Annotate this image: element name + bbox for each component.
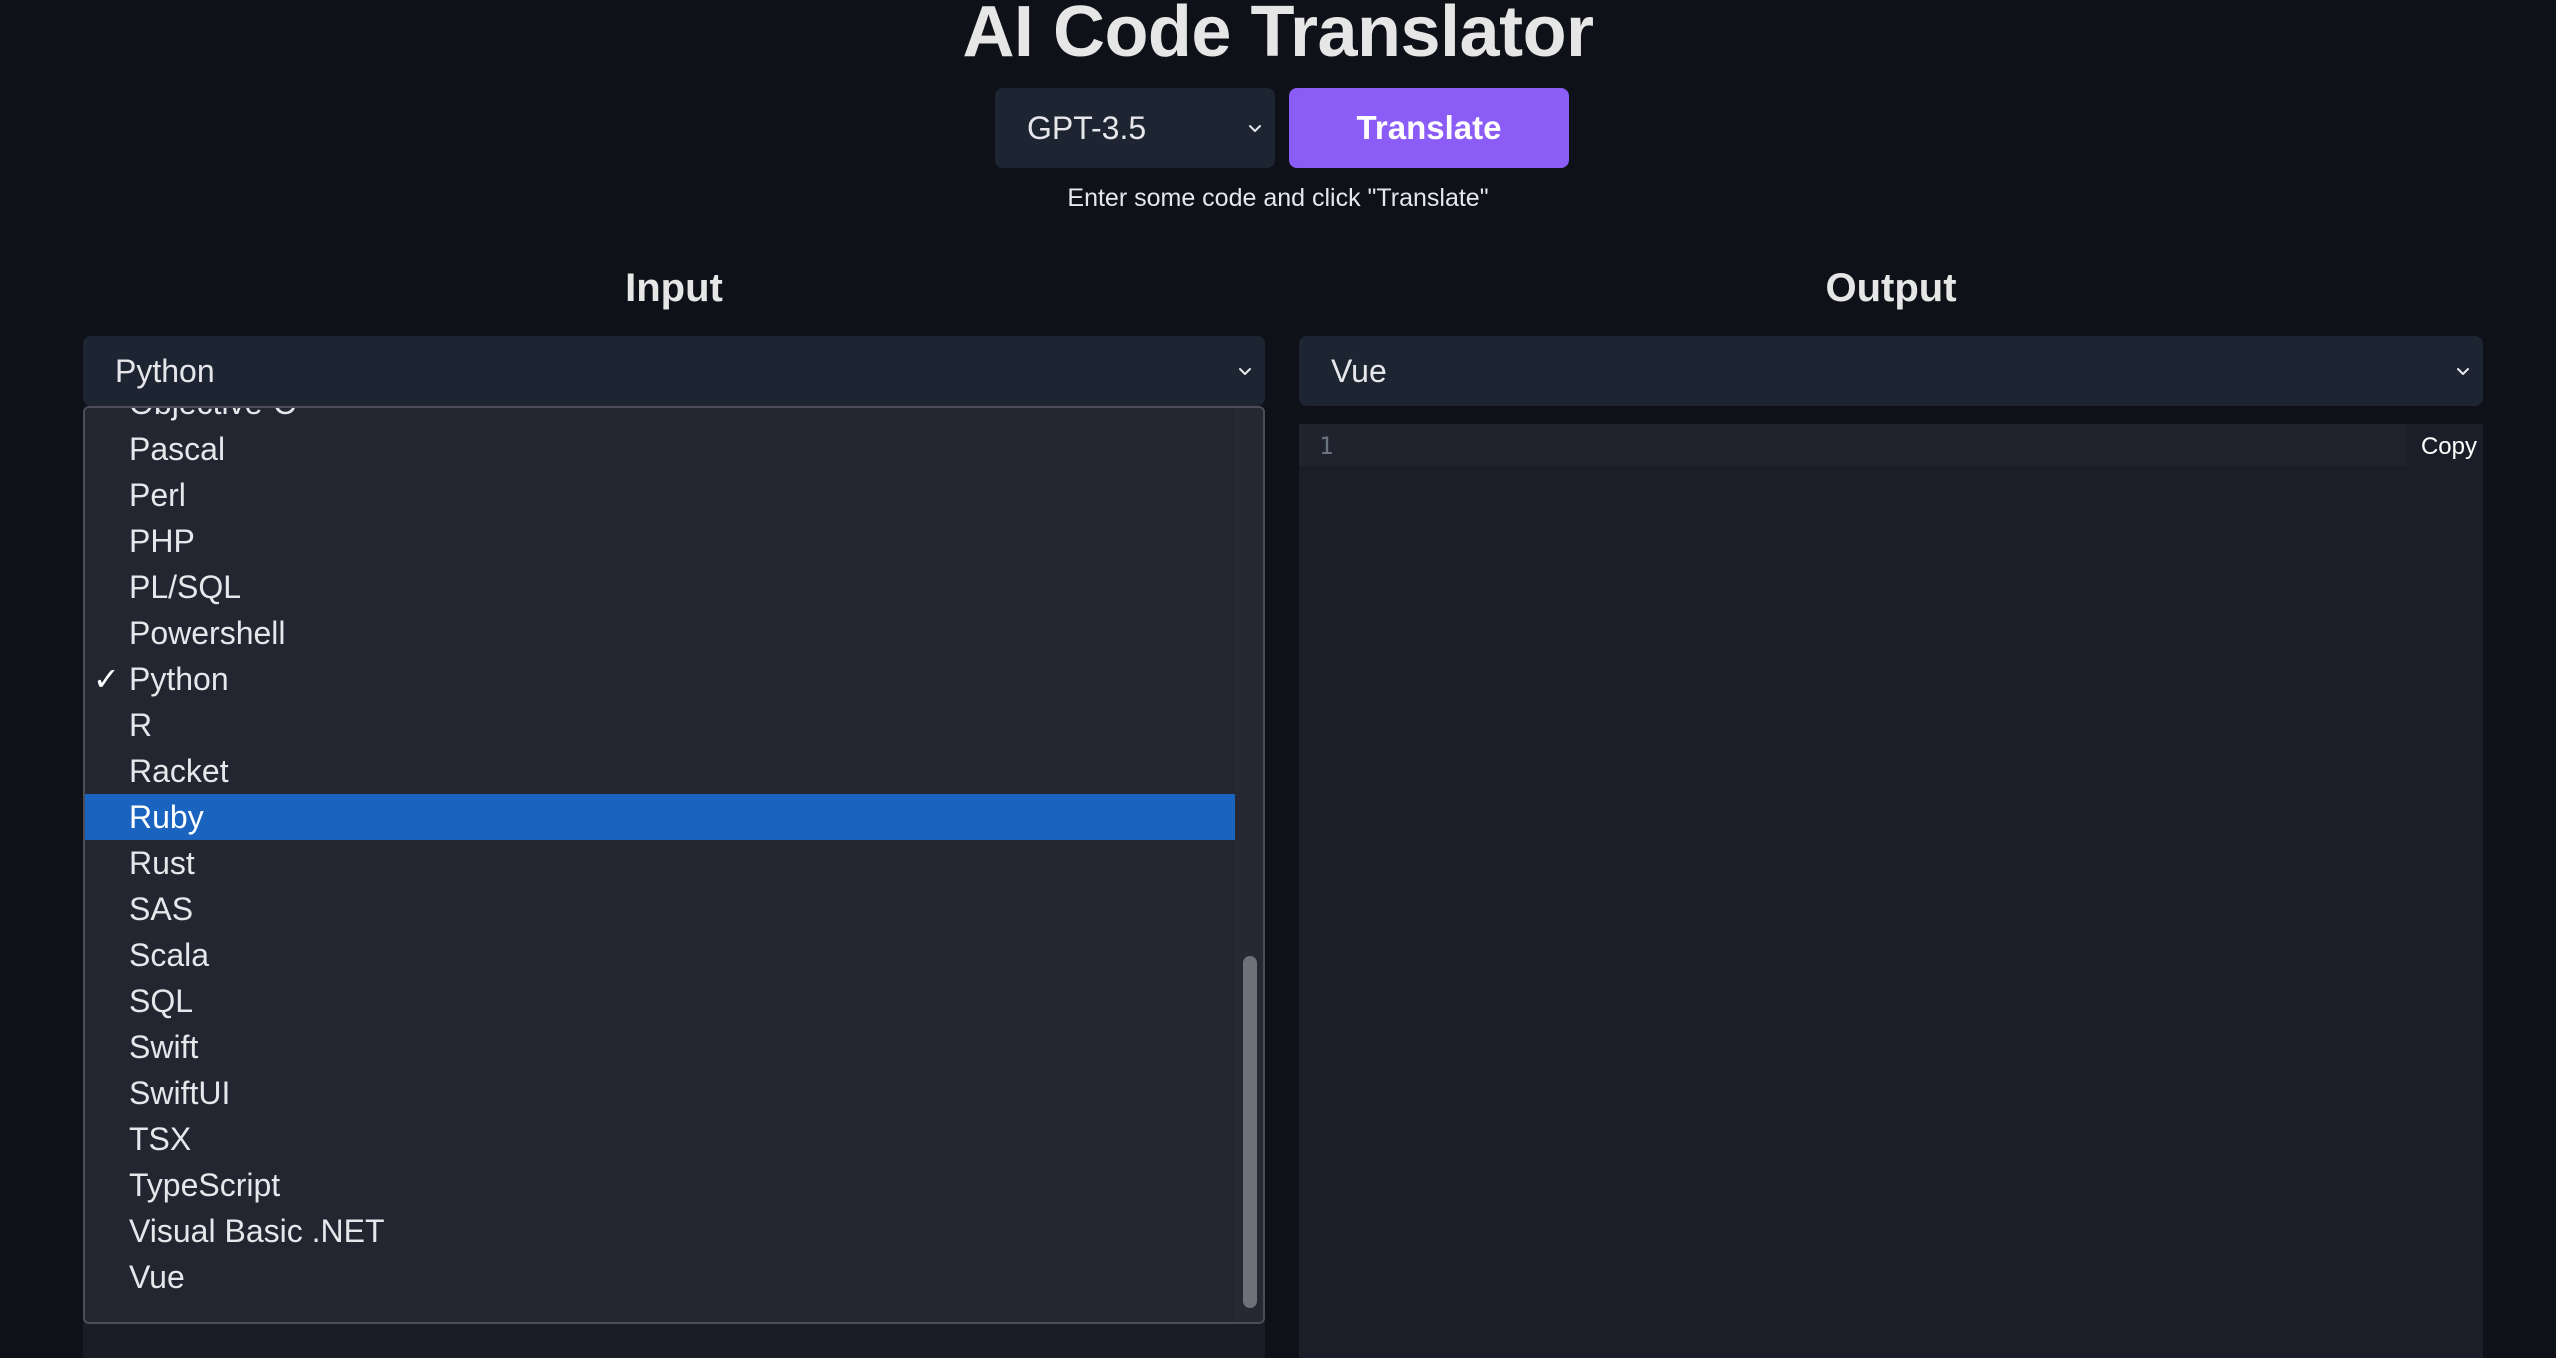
output-heading: Output bbox=[1825, 266, 1957, 310]
dropdown-option[interactable]: SwiftUI bbox=[85, 1070, 1235, 1116]
dropdown-option-label: Scala bbox=[129, 937, 210, 973]
dropdown-option-label: Swift bbox=[129, 1029, 199, 1065]
dropdown-option[interactable]: Racket bbox=[85, 748, 1235, 794]
dropdown-option-label: R bbox=[129, 707, 153, 743]
output-language-select[interactable]: Vue bbox=[1299, 336, 2483, 406]
dropdown-option-label: PHP bbox=[129, 523, 195, 559]
dropdown-option-label: SwiftUI bbox=[129, 1075, 231, 1111]
input-language-value: Python bbox=[115, 352, 215, 389]
copy-button[interactable]: Copy bbox=[2421, 433, 2477, 461]
dropdown-option-label: Rust bbox=[129, 845, 195, 881]
dropdown-option[interactable]: Pascal bbox=[85, 426, 1235, 472]
dropdown-option-label: Visual Basic .NET bbox=[129, 1213, 385, 1249]
dropdown-option-label: Python bbox=[129, 661, 229, 697]
model-select-value: GPT-3.5 bbox=[1027, 109, 1147, 146]
dropdown-option[interactable]: Vue bbox=[85, 1254, 1235, 1300]
dropdown-option-label: Pascal bbox=[129, 431, 226, 467]
dropdown-option[interactable]: Ruby bbox=[85, 794, 1235, 840]
page: AI Code Translator GPT-3.5 Translate Ent… bbox=[0, 0, 2556, 1358]
translate-button[interactable]: Translate bbox=[1289, 88, 1569, 168]
dropdown-option-label: TSX bbox=[129, 1121, 192, 1157]
dropdown-option-label: Vue bbox=[129, 1259, 185, 1295]
dropdown-option[interactable]: TypeScript bbox=[85, 1162, 1235, 1208]
line-number: 1 bbox=[1319, 432, 1334, 460]
dropdown-option-label: Ruby bbox=[129, 799, 204, 835]
dropdown-option-label: SAS bbox=[129, 891, 194, 927]
dropdown-option[interactable]: R bbox=[85, 702, 1235, 748]
active-line: 1 bbox=[1299, 424, 2407, 466]
top-controls: GPT-3.5 Translate bbox=[995, 88, 1569, 168]
checkmark-icon: ✓ bbox=[93, 661, 120, 697]
dropdown-option[interactable]: Rust bbox=[85, 840, 1235, 886]
input-language-dropdown[interactable]: Objective-C Pascal Perl PHP PL/SQL Powershell… bbox=[83, 406, 1265, 1324]
dropdown-option[interactable]: PL/SQL bbox=[85, 564, 1235, 610]
dropdown-option[interactable]: Objective-C bbox=[85, 408, 1235, 426]
input-heading: Input bbox=[625, 266, 723, 310]
output-code-editor[interactable]: 1 Copy bbox=[1299, 424, 2483, 1358]
dropdown-scrollbar[interactable] bbox=[1235, 408, 1263, 1322]
dropdown-option[interactable]: ✓ Python bbox=[85, 656, 1235, 702]
model-select[interactable]: GPT-3.5 bbox=[995, 88, 1275, 168]
dropdown-option[interactable]: PHP bbox=[85, 518, 1235, 564]
input-language-select[interactable]: Python bbox=[83, 336, 1265, 406]
dropdown-option-label: Powershell bbox=[129, 615, 286, 651]
dropdown-option[interactable]: SAS bbox=[85, 886, 1235, 932]
dropdown-option-label: SQL bbox=[129, 983, 194, 1019]
dropdown-option-label: PL/SQL bbox=[129, 569, 242, 605]
hint-text: Enter some code and click "Translate" bbox=[1067, 184, 1489, 212]
dropdown-option-label: TypeScript bbox=[129, 1167, 281, 1203]
dropdown-option[interactable]: TSX bbox=[85, 1116, 1235, 1162]
dropdown-option[interactable]: Visual Basic .NET bbox=[85, 1208, 1235, 1254]
chevron-down-icon bbox=[1239, 368, 1251, 375]
dropdown-option-list: Objective-C Pascal Perl PHP PL/SQL Powershell… bbox=[85, 408, 1235, 1300]
dropdown-option[interactable]: Perl bbox=[85, 472, 1235, 518]
scrollbar-thumb[interactable] bbox=[1243, 956, 1257, 1308]
chevron-down-icon bbox=[2457, 368, 2469, 375]
dropdown-option-label: Racket bbox=[129, 753, 229, 789]
app-title: AI Code Translator bbox=[962, 0, 1594, 72]
dropdown-option[interactable]: Scala bbox=[85, 932, 1235, 978]
dropdown-option[interactable]: SQL bbox=[85, 978, 1235, 1024]
dropdown-option[interactable]: Powershell bbox=[85, 610, 1235, 656]
dropdown-option[interactable]: Swift bbox=[85, 1024, 1235, 1070]
chevron-down-icon bbox=[1249, 125, 1261, 132]
dropdown-option-label: Perl bbox=[129, 477, 186, 513]
dropdown-option-label: Objective-C bbox=[129, 408, 296, 421]
output-language-value: Vue bbox=[1331, 352, 1387, 389]
